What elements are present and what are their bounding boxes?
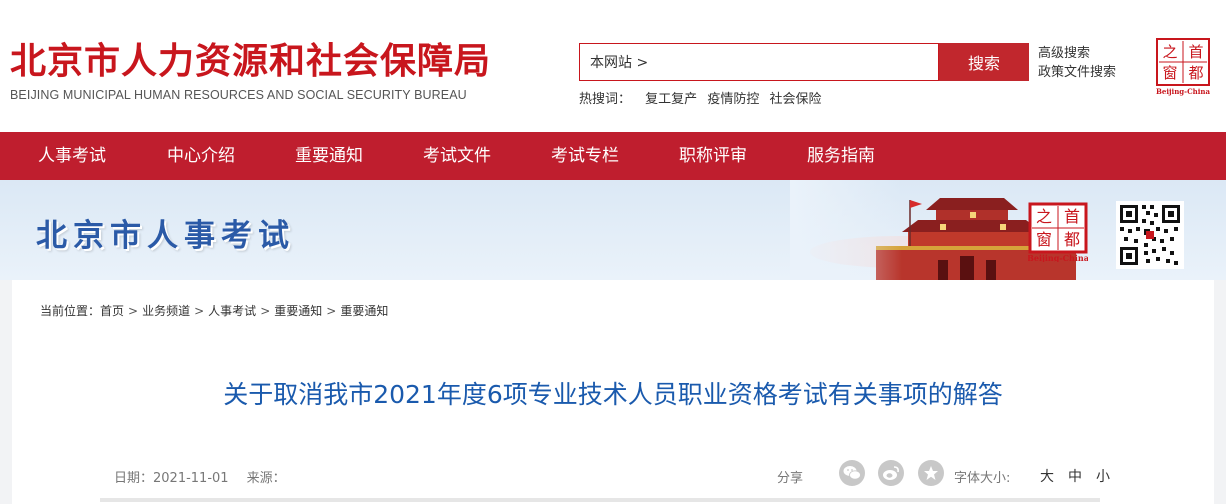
- breadcrumb-business[interactable]: 业务频道: [142, 304, 190, 318]
- breadcrumb-exam[interactable]: 人事考试: [208, 304, 256, 318]
- favorite-star-icon[interactable]: [918, 460, 944, 486]
- breadcrumb-notices[interactable]: 重要通知: [274, 304, 322, 318]
- breadcrumb-current[interactable]: 重要通知: [340, 304, 388, 318]
- main-nav: 人事考试 中心介绍 重要通知 考试文件 考试专栏 职称评审 服务指南: [0, 132, 1226, 180]
- svg-text:都: 都: [1064, 230, 1080, 249]
- breadcrumb-separator: >: [194, 304, 205, 318]
- hot-word[interactable]: 复工复产: [645, 92, 697, 107]
- wechat-share-icon[interactable]: [839, 460, 865, 486]
- search-box[interactable]: [579, 43, 939, 81]
- svg-text:首: 首: [1188, 43, 1203, 61]
- font-size-large[interactable]: 大: [1040, 466, 1054, 486]
- hot-words-label: 热搜词：: [579, 92, 632, 107]
- breadcrumb-separator: >: [326, 304, 337, 318]
- svg-text:窗: 窗: [1036, 230, 1052, 249]
- nav-item-columns[interactable]: 考试专栏: [551, 132, 619, 180]
- svg-text:之: 之: [1036, 207, 1052, 226]
- search-button[interactable]: 搜索: [939, 43, 1029, 81]
- article-meta-left: 日期：2021-11-01 来源：: [114, 467, 286, 486]
- nav-item-center[interactable]: 中心介绍: [167, 132, 235, 180]
- breadcrumb-home[interactable]: 首页: [100, 304, 124, 318]
- qr-code-icon: [1116, 201, 1184, 269]
- search-links: 高级搜索 政策文件搜索: [1038, 44, 1116, 82]
- svg-text:窗: 窗: [1162, 64, 1177, 82]
- source-label: 来源：: [246, 471, 286, 486]
- breadcrumb-separator: >: [128, 304, 139, 318]
- site-header: 北京市人力资源和社会保障局 BEIJING MUNICIPAL HUMAN RE…: [0, 0, 1226, 132]
- svg-text:Beijing-China: Beijing-China: [1156, 87, 1210, 96]
- font-size-label: 字体大小:: [954, 471, 1011, 486]
- svg-text:都: 都: [1188, 64, 1203, 82]
- breadcrumb-label: 当前位置：: [40, 304, 101, 318]
- date-label: 日期：: [114, 471, 154, 486]
- hot-words: 热搜词： 复工复产 疫情防控 社会保险: [579, 88, 827, 107]
- article-date: 2021-11-01: [153, 471, 229, 486]
- svg-text:之: 之: [1162, 43, 1177, 61]
- hot-word[interactable]: 疫情防控: [707, 92, 759, 107]
- banner: 北京市人事考试 之 首 窗 都 Beijing-China: [0, 180, 1226, 280]
- meta-divider: [100, 498, 1100, 502]
- breadcrumb-separator: >: [260, 304, 271, 318]
- nav-item-titles[interactable]: 职称评审: [679, 132, 747, 180]
- nav-item-exam[interactable]: 人事考试: [38, 132, 106, 180]
- svg-text:首: 首: [1064, 207, 1080, 226]
- advanced-search-link[interactable]: 高级搜索: [1038, 44, 1116, 63]
- weibo-share-icon[interactable]: [878, 460, 904, 486]
- share-label: 分享: [777, 471, 804, 486]
- policy-search-link[interactable]: 政策文件搜索: [1038, 63, 1116, 82]
- nav-item-notices[interactable]: 重要通知: [295, 132, 363, 180]
- article-title: 关于取消我市2021年度6项专业技术人员职业资格考试有关事项的解答: [223, 380, 1003, 409]
- hot-word[interactable]: 社会保险: [769, 92, 821, 107]
- search-input[interactable]: [580, 44, 938, 80]
- site-subtitle: BEIJING MUNICIPAL HUMAN RESOURCES AND SO…: [10, 88, 467, 102]
- nav-item-guide[interactable]: 服务指南: [807, 132, 875, 180]
- capital-window-logo-icon[interactable]: 之 首 窗 都 Beijing-China: [1156, 38, 1210, 96]
- nav-item-documents[interactable]: 考试文件: [423, 132, 491, 180]
- capital-window-seal-icon: 之 首 窗 都 Beijing-China: [1028, 202, 1088, 262]
- breadcrumb: 当前位置：首页 > 业务频道 > 人事考试 > 重要通知 > 重要通知: [40, 302, 388, 319]
- banner-title: 北京市人事考试: [36, 218, 295, 254]
- font-size-small[interactable]: 小: [1096, 466, 1110, 486]
- font-size-medium[interactable]: 中: [1068, 466, 1082, 486]
- article-meta: 日期：2021-11-01 来源： 分享 字体大小: 大 中 小: [100, 460, 1110, 490]
- site-title[interactable]: 北京市人力资源和社会保障局: [10, 42, 491, 82]
- svg-text:Beijing-China: Beijing-China: [1028, 253, 1088, 262]
